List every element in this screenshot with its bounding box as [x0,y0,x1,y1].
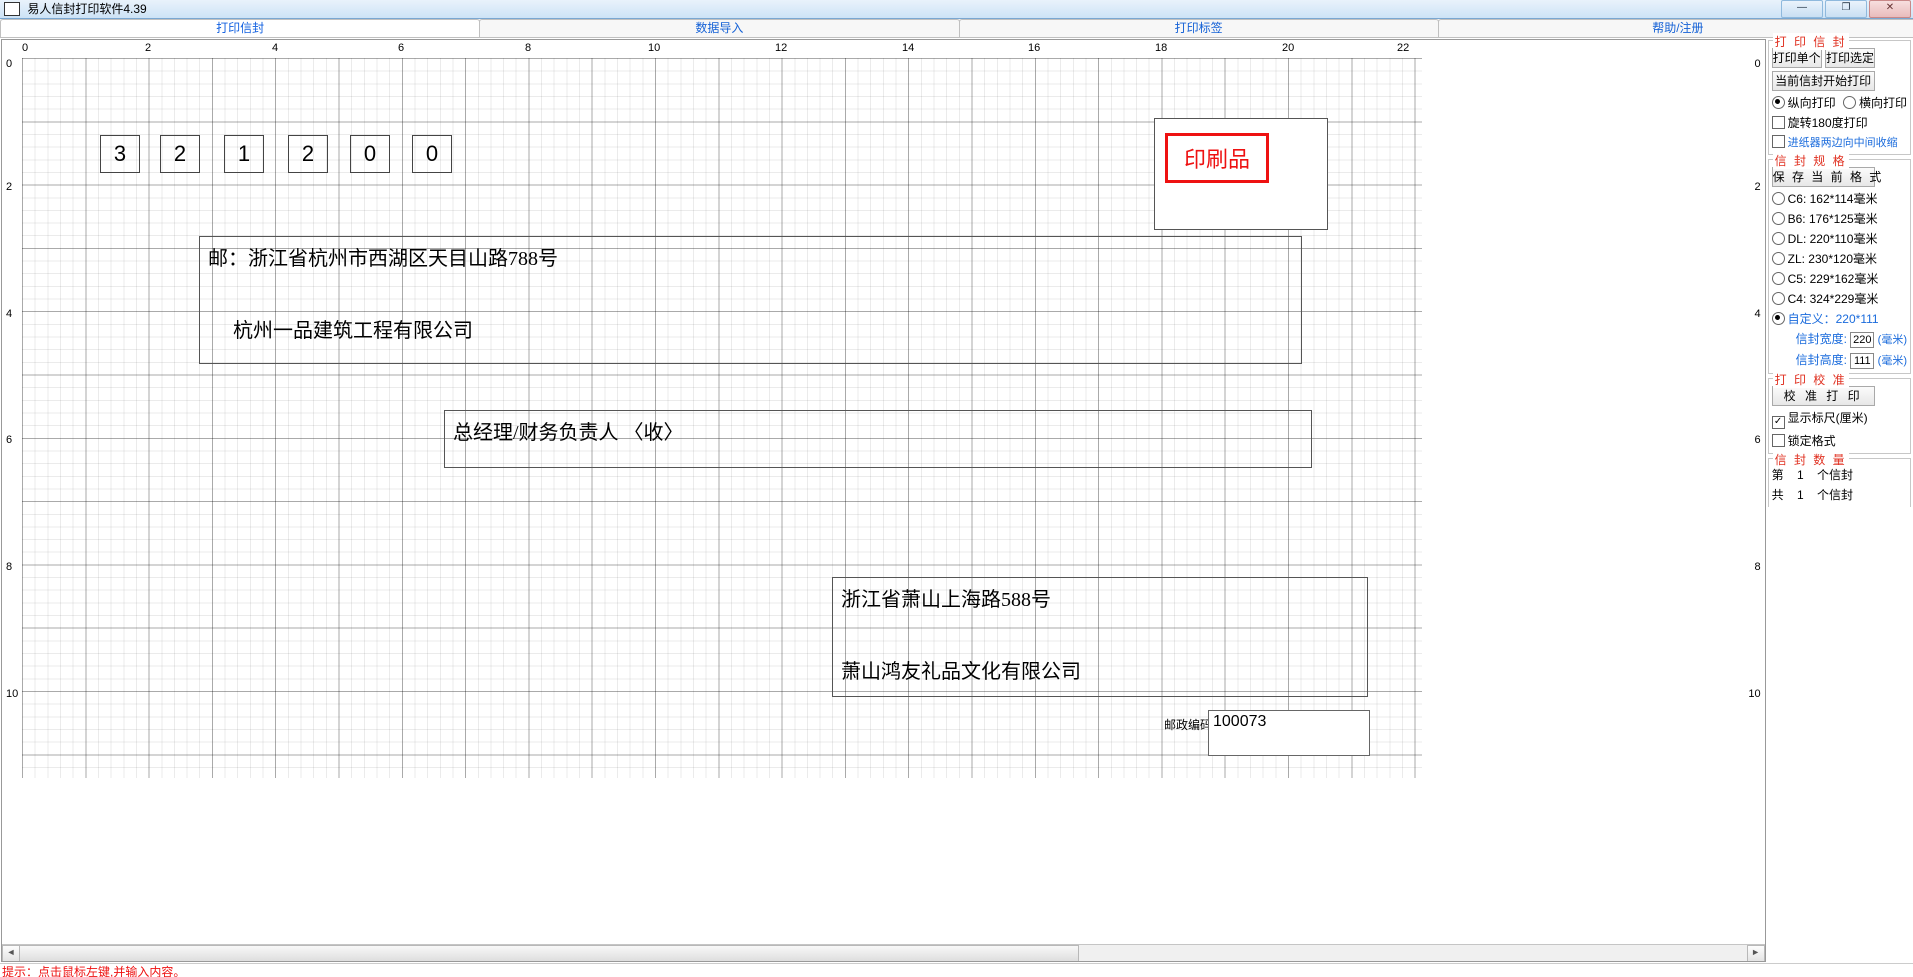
postcode-digit-1[interactable]: 3 [100,135,140,173]
scroll-left-button[interactable]: ◄ [2,945,20,962]
print-single-button[interactable]: 打印单个 [1772,48,1822,68]
group-print-envelope: 打 印 信 封 打印单个 打印选定 当前信封开始打印 纵向打印 横向打印 旋转1… [1768,40,1911,155]
postcode-digit-4[interactable]: 2 [288,135,328,173]
print-from-current-button[interactable]: 当前信封开始打印 [1772,71,1875,91]
size-dl-radio[interactable] [1772,232,1785,245]
minimize-button[interactable]: — [1781,0,1823,18]
ruler-vertical-right: 0 2 4 6 8 10 [1745,58,1765,778]
custom-height-input[interactable]: 111 [1850,353,1874,369]
tab-bar: 打印信封 数据导入 打印标签 帮助/注册 [0,19,1913,38]
show-ruler-checkbox[interactable] [1772,416,1785,429]
postcode-digit-3[interactable]: 1 [224,135,264,173]
print-selected-button[interactable]: 打印选定 [1825,48,1875,68]
tab-data-import[interactable]: 数据导入 [479,19,959,37]
sender-postcode-label: 邮政编码 [1164,716,1212,733]
group-envelope-count: 信 封 数 量 第 1 个信封 共 1 个信封 [1768,458,1911,507]
side-panel: 打 印 信 封 打印单个 打印选定 当前信封开始打印 纵向打印 横向打印 旋转1… [1768,38,1913,963]
ruler-horizontal: 0 2 4 6 8 10 12 14 16 18 20 22 [22,40,1422,58]
save-format-button[interactable]: 保 存 当 前 格 式 [1772,167,1875,187]
total-envelope-number: 1 [1797,488,1804,502]
status-text: 提示：点击鼠标左键,并输入内容。 [2,965,185,977]
group-envelope-spec: 信 封 规 格 保 存 当 前 格 式 C6: 162*114毫米 B6: 17… [1768,159,1911,374]
size-c5-radio[interactable] [1772,272,1785,285]
landscape-radio[interactable] [1843,96,1856,109]
size-c6-radio[interactable] [1772,192,1785,205]
tab-print-envelope[interactable]: 打印信封 [0,19,480,37]
postcode-digit-6[interactable]: 0 [412,135,452,173]
horizontal-scrollbar[interactable]: ◄ ► [2,944,1765,961]
postcode-digit-5[interactable]: 0 [350,135,390,173]
size-zl-radio[interactable] [1772,252,1785,265]
stamp-text: 印刷品 [1165,133,1269,183]
sender-address-field[interactable]: 浙江省萧山上海路588号 萧山鸿友礼品文化有限公司 [832,577,1368,697]
size-b6-radio[interactable] [1772,212,1785,225]
custom-width-input[interactable]: 220 [1850,332,1874,348]
design-canvas[interactable]: 0 2 4 6 8 10 12 14 16 18 20 22 0 2 4 6 8… [2,40,1765,945]
size-c4-radio[interactable] [1772,292,1785,305]
calibrate-print-button[interactable]: 校 准 打 印 [1772,386,1875,406]
current-envelope-number: 1 [1797,468,1804,482]
rotate180-checkbox[interactable] [1772,116,1785,129]
scroll-thumb[interactable] [19,945,1079,962]
status-bar: 提示：点击鼠标左键,并输入内容。 [0,963,1913,977]
attention-field[interactable]: 总经理/财务负责人 〈收〉 [444,410,1312,468]
portrait-radio[interactable] [1772,96,1785,109]
lock-format-checkbox[interactable] [1772,434,1785,447]
feeder-shrink-checkbox[interactable] [1772,135,1785,148]
design-canvas-wrap: 0 2 4 6 8 10 12 14 16 18 20 22 0 2 4 6 8… [1,39,1766,962]
ruler-vertical-left: 0 2 4 6 8 10 [2,58,22,778]
maximize-button[interactable]: ❐ [1825,0,1867,18]
sender-postcode-field[interactable]: 100073 [1208,710,1370,756]
app-title: 易人信封打印软件4.39 [27,2,146,16]
close-button[interactable]: ✕ [1869,0,1911,18]
app-icon [4,2,20,16]
recipient-address-field[interactable]: 邮：浙江省杭州市西湖区天目山路788号 杭州一品建筑工程有限公司 [199,236,1302,364]
title-bar: 易人信封打印软件4.39 — ❐ ✕ [0,0,1913,19]
group-print-calibration: 打 印 校 准 校 准 打 印 显示标尺(厘米) 锁定格式 [1768,378,1911,454]
tab-print-label[interactable]: 打印标签 [959,19,1439,37]
size-custom-radio[interactable] [1772,312,1785,325]
postcode-digit-2[interactable]: 2 [160,135,200,173]
scroll-right-button[interactable]: ► [1747,945,1765,962]
stamp-box[interactable]: 印刷品 [1154,118,1328,230]
